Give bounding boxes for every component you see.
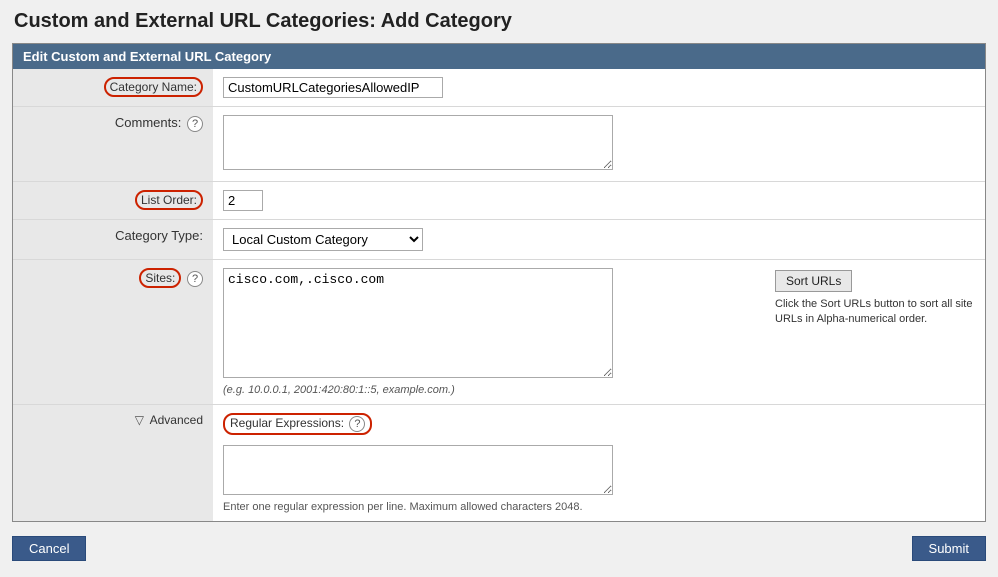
panel-header: Edit Custom and External URL Category <box>13 44 985 69</box>
sites-value-cell: cisco.com,.cisco.com (e.g. 10.0.0.1, 200… <box>213 260 985 405</box>
submit-button[interactable]: Submit <box>912 536 986 561</box>
sites-left: cisco.com,.cisco.com (e.g. 10.0.0.1, 200… <box>223 268 765 396</box>
list-order-label-cell: List Order: <box>13 182 213 220</box>
regex-label-text: Regular Expressions: <box>230 416 344 430</box>
sites-label: Sites: <box>139 268 181 288</box>
category-type-select[interactable]: Local Custom Category External Live Feed <box>223 228 423 251</box>
category-name-label: Category Name: <box>104 77 203 97</box>
list-order-value-cell <box>213 182 985 220</box>
sites-content: cisco.com,.cisco.com (e.g. 10.0.0.1, 200… <box>223 268 975 396</box>
category-name-label-cell: Category Name: <box>13 69 213 107</box>
form-panel: Edit Custom and External URL Category Ca… <box>12 43 986 522</box>
page-wrapper: Custom and External URL Categories: Add … <box>0 0 998 577</box>
advanced-label: Advanced <box>150 413 203 427</box>
category-type-row: Category Type: Local Custom Category Ext… <box>13 220 985 260</box>
category-type-label-cell: Category Type: <box>13 220 213 260</box>
advanced-label-cell: ▽ Advanced <box>13 405 213 522</box>
comments-value-cell <box>213 107 985 182</box>
comments-help-icon[interactable]: ? <box>187 116 203 132</box>
regex-hint: Enter one regular expression per line. M… <box>223 501 975 513</box>
sites-row: Sites: ? cisco.com,.cisco.com (e.g. 10.0… <box>13 260 985 405</box>
sites-help-icon[interactable]: ? <box>187 271 203 287</box>
category-type-label: Category Type: <box>115 228 203 243</box>
category-name-row: Category Name: <box>13 69 985 107</box>
category-name-input[interactable] <box>223 77 443 98</box>
comments-label-cell: Comments: ? <box>13 107 213 182</box>
sites-hint: (e.g. 10.0.0.1, 2001:420:80:1::5, exampl… <box>223 384 765 396</box>
category-type-value-cell: Local Custom Category External Live Feed <box>213 220 985 260</box>
list-order-row: List Order: <box>13 182 985 220</box>
sites-label-cell: Sites: ? <box>13 260 213 405</box>
advanced-row: ▽ Advanced Regular Expressions: ? Enter … <box>13 405 985 522</box>
regex-help-icon[interactable]: ? <box>349 416 365 432</box>
sites-textarea[interactable]: cisco.com,.cisco.com <box>223 268 613 378</box>
list-order-label: List Order: <box>135 190 203 210</box>
advanced-value-cell: Regular Expressions: ? Enter one regular… <box>213 405 985 522</box>
regex-textarea[interactable] <box>223 445 613 495</box>
footer-bar: Cancel Submit <box>12 532 986 565</box>
sort-urls-button[interactable]: Sort URLs <box>775 270 852 292</box>
sites-right: Sort URLs Click the Sort URLs button to … <box>775 268 975 328</box>
comments-textarea[interactable] <box>223 115 613 170</box>
advanced-triangle-icon: ▽ <box>135 413 144 427</box>
regex-label-wrap-container: Regular Expressions: ? <box>223 413 975 440</box>
page-title: Custom and External URL Categories: Add … <box>12 10 986 33</box>
cancel-button[interactable]: Cancel <box>12 536 86 561</box>
regex-label: Regular Expressions: ? <box>223 413 372 435</box>
list-order-input[interactable] <box>223 190 263 211</box>
regex-input-area <box>223 445 975 498</box>
form-table: Category Name: Comments: ? List <box>13 69 985 521</box>
sort-help-text: Click the Sort URLs button to sort all s… <box>775 297 975 328</box>
comments-row: Comments: ? <box>13 107 985 182</box>
category-name-value-cell <box>213 69 985 107</box>
comments-label: Comments: <box>115 115 181 130</box>
